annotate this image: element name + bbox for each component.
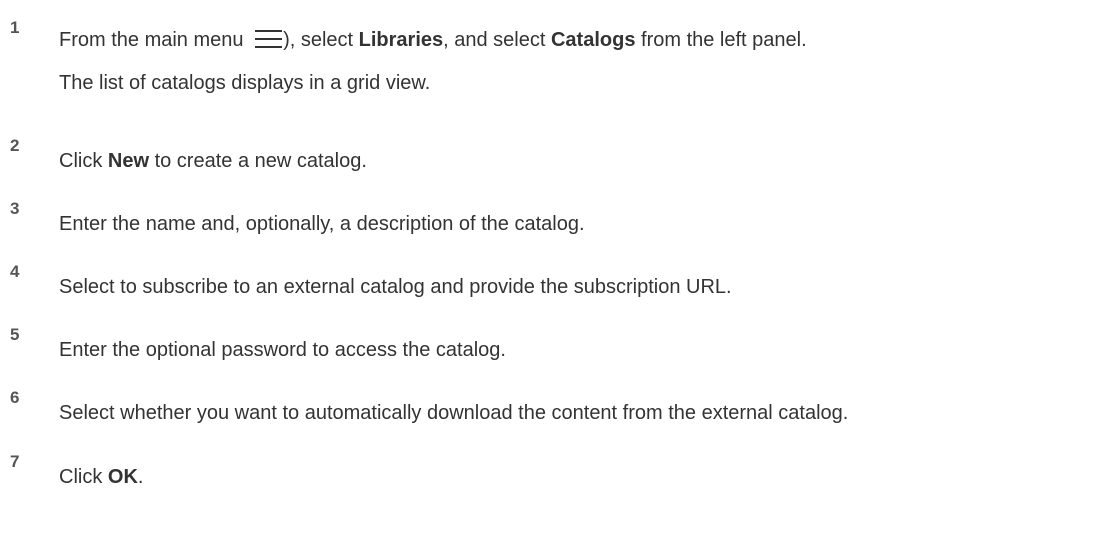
step-text-line-2: The list of catalogs displays in a grid … [59,72,431,94]
step-number: 4 [10,262,20,281]
ok-label: OK [107,466,138,488]
step-text: From the main menu ), select Libraries, … [59,29,807,51]
step-text: Click OK. [59,466,144,488]
catalogs-label: Catalogs [550,29,636,51]
libraries-label: Libraries [358,29,444,51]
step-number: 5 [10,325,20,344]
step-text: Enter the optional password to access th… [59,339,506,361]
step-number: 6 [10,388,20,407]
step-text: Select to subscribe to an external catal… [59,276,732,298]
menu-icon [255,30,283,48]
step-number: 7 [10,452,20,471]
step-text: Select whether you want to automatically… [59,402,849,424]
step-number: 3 [10,199,20,218]
step-number: 1 [10,18,20,37]
step-text: Click New to create a new catalog. [59,150,367,172]
step-text: Enter the name and, optionally, a descri… [59,213,585,235]
step-number: 2 [10,136,20,155]
new-label: New [107,150,150,172]
